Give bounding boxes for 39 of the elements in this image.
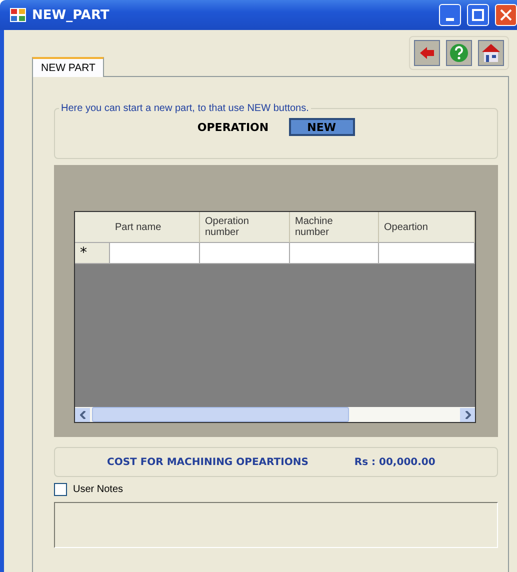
- cost-label: COST FOR MACHINING OPEARTIONS: [107, 456, 308, 468]
- close-icon: [500, 9, 512, 21]
- horizontal-scrollbar[interactable]: [75, 407, 475, 422]
- checkbox-label: User Notes: [73, 484, 124, 495]
- maximize-icon: [472, 9, 484, 21]
- window-title: NEW_PART: [32, 8, 110, 22]
- home-button[interactable]: [478, 40, 504, 66]
- cost-value: Rs : 00,000.00: [354, 456, 436, 468]
- table-cell[interactable]: [290, 243, 379, 264]
- help-icon: [449, 43, 469, 63]
- chevron-right-icon: [464, 410, 470, 418]
- scroll-right-button[interactable]: [460, 408, 475, 422]
- house-icon: [481, 43, 501, 63]
- close-button[interactable]: [495, 4, 517, 26]
- tab[interactable]: NEW PART: [32, 57, 104, 77]
- table-cell[interactable]: [200, 243, 290, 264]
- column-header[interactable]: Operation number: [200, 212, 290, 243]
- app-icon: [10, 8, 26, 22]
- user-notes-checkbox[interactable]: [54, 483, 67, 496]
- column-header[interactable]: Opeartion: [379, 212, 475, 243]
- column-header[interactable]: Machine number: [290, 212, 379, 243]
- operation-label: OPERATION: [197, 120, 269, 134]
- table-cell[interactable]: [110, 243, 200, 264]
- minimize-icon: [446, 18, 454, 20]
- arrow-left-icon: [419, 46, 435, 60]
- scroll-left-button[interactable]: [75, 408, 90, 422]
- help-button[interactable]: [446, 40, 472, 66]
- chevron-left-icon: [80, 410, 86, 418]
- maximize-button[interactable]: [467, 4, 489, 26]
- scroll-thumb[interactable]: [92, 407, 349, 422]
- table-cell[interactable]: [379, 243, 475, 264]
- minimize-button[interactable]: [439, 4, 461, 26]
- row-header-corner: [75, 212, 111, 243]
- back-button[interactable]: [414, 40, 440, 66]
- new-button[interactable]: NEW: [288, 118, 355, 136]
- new-row-marker: *: [75, 243, 110, 264]
- group-legend: Here you can start a new part, to that use NEW buttons.: [59, 103, 311, 114]
- notes-field[interactable]: [54, 502, 498, 548]
- column-header[interactable]: Part name: [110, 212, 200, 243]
